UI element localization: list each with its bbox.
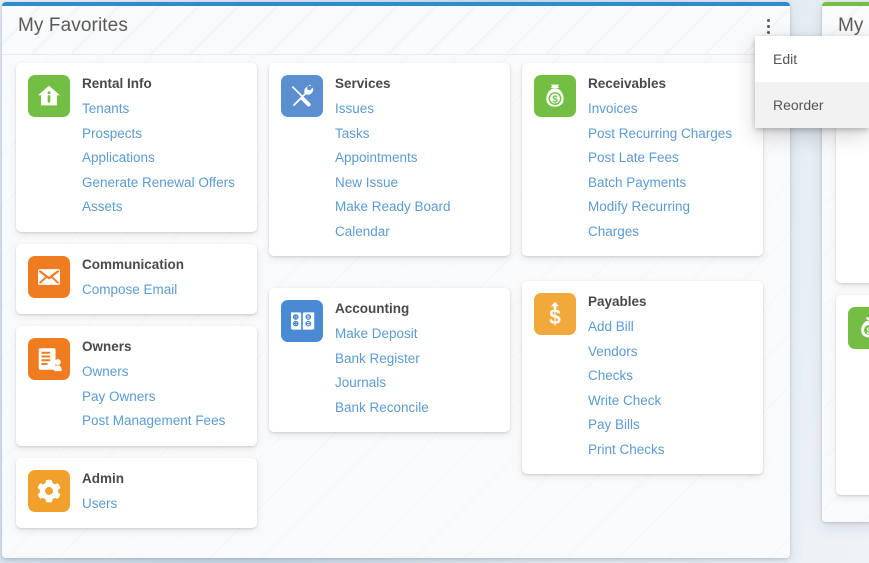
menu-item-edit[interactable]: Edit <box>755 36 869 82</box>
house-info-icon <box>28 75 70 117</box>
menu-item-reorder[interactable]: Reorder <box>755 82 869 128</box>
card-link-list: Invoices Post Recurring Charges Post Lat… <box>588 97 751 244</box>
card-link-list: Add Bill Vendors Checks Write Check Pay … <box>588 315 751 462</box>
favorite-card-payables: $ Payables Add Bill Vendors Checks Write… <box>522 281 763 474</box>
svg-text:$: $ <box>552 95 558 106</box>
card-link[interactable]: Pay Bills <box>588 413 751 438</box>
card-link[interactable]: New Issue <box>335 171 498 196</box>
card-link[interactable]: Tenants <box>82 97 245 122</box>
card-column-3: $ Receivables Invoices Post Recurring Ch… <box>522 63 763 528</box>
kebab-dot <box>766 25 770 28</box>
card-link[interactable]: Bank Reconcile <box>335 396 498 421</box>
card-link[interactable]: Prospects <box>82 122 245 147</box>
card-content: Services Issues Tasks Appointments New I… <box>335 75 498 244</box>
card-title: Admin <box>82 470 124 486</box>
card-content: Owners Owners Pay Owners Post Management… <box>82 338 245 434</box>
card-link[interactable]: Post Late Fees <box>588 146 751 171</box>
card-link[interactable]: Pay Owners <box>82 385 245 410</box>
card-link-list: Compose Email <box>82 278 245 303</box>
card-content: Accounting Make Deposit Bank Register Jo… <box>335 300 498 420</box>
card-link[interactable]: Post Management Fees <box>82 409 245 434</box>
owner-document-person-icon <box>28 338 70 380</box>
app-root: My Favorites <box>0 0 869 563</box>
card-content: Receivables Invoices Post Recurring Char… <box>588 75 751 244</box>
kebab-dot <box>766 31 770 34</box>
panel-header: My Favorites <box>2 6 790 55</box>
card-content: Communication Compose Email <box>82 256 245 303</box>
card-link[interactable]: Modify Recurring Charges <box>588 195 718 244</box>
card-link[interactable]: Assets <box>82 195 245 220</box>
card-link[interactable]: Invoices <box>588 97 751 122</box>
card-link[interactable]: Compose Email <box>82 278 245 303</box>
favorite-card-owners: Owners Owners Pay Owners Post Management… <box>16 326 257 446</box>
card-columns: Rental Info Tenants Prospects Applicatio… <box>2 55 790 528</box>
card-link[interactable]: Write Check <box>588 389 751 414</box>
gear-icon <box>28 469 70 512</box>
panel-body: Rental Info Tenants Prospects Applicatio… <box>2 55 790 558</box>
card-link-list: Make Deposit Bank Register Journals Bank… <box>335 322 498 420</box>
card-column-2: Services Issues Tasks Appointments New I… <box>269 63 510 528</box>
card-link[interactable]: Add Bill <box>588 315 751 340</box>
card-link[interactable]: Owners <box>82 360 245 385</box>
dollar-arrow-up-icon: $ <box>534 293 576 335</box>
card-link[interactable]: Journals <box>335 371 498 396</box>
card-link[interactable]: Batch Payments <box>588 171 751 196</box>
card-link[interactable]: Print Checks <box>588 438 751 463</box>
card-link[interactable]: Tasks <box>335 122 498 147</box>
card-link[interactable]: Issues <box>335 97 498 122</box>
card-link[interactable]: Calendar <box>335 220 498 245</box>
card-link-list: Tenants Prospects Applications Generate … <box>82 97 245 220</box>
favorite-card-services: Services Issues Tasks Appointments New I… <box>269 63 510 256</box>
card-title: Accounting <box>335 301 410 316</box>
favorite-card-communication: Communication Compose Email <box>16 243 257 314</box>
ledger-book-icon <box>281 300 323 342</box>
card-content: Payables Add Bill Vendors Checks Write C… <box>588 293 751 462</box>
card-content: Admin Users <box>82 470 245 517</box>
card-title: Owners <box>82 339 132 354</box>
card-link-list: Users <box>82 492 245 517</box>
favorites-panel-main: My Favorites Rental Info Tenants Prospec… <box>2 2 790 558</box>
card-title: Payables <box>588 294 647 309</box>
favorite-card: $ <box>836 295 869 495</box>
card-link[interactable]: Make Deposit <box>335 322 498 347</box>
money-bag-icon: $ <box>534 75 576 117</box>
card-link[interactable]: Checks <box>588 364 751 389</box>
favorite-card-receivables: $ Receivables Invoices Post Recurring Ch… <box>522 63 763 256</box>
card-link[interactable]: Make Ready Board <box>335 195 498 220</box>
card-link-list: Issues Tasks Appointments New Issue Make… <box>335 97 498 244</box>
card-link[interactable]: Users <box>82 492 245 517</box>
card-link-list: Owners Pay Owners Post Management Fees <box>82 360 245 434</box>
favorite-card-admin: Admin Users <box>16 457 257 528</box>
card-title: Services <box>335 76 391 91</box>
svg-text:$: $ <box>549 306 561 328</box>
kebab-dropdown-menu: Edit Reorder <box>755 36 869 128</box>
card-link[interactable]: Appointments <box>335 146 498 171</box>
money-bag-icon: $ <box>848 307 869 349</box>
card-link[interactable]: Applications <box>82 146 245 171</box>
card-link[interactable]: Vendors <box>588 340 751 365</box>
card-content: Rental Info Tenants Prospects Applicatio… <box>82 75 245 220</box>
card-title: Communication <box>82 256 185 272</box>
favorite-card-accounting: Accounting Make Deposit Bank Register Jo… <box>269 288 510 432</box>
favorite-card-rental-info: Rental Info Tenants Prospects Applicatio… <box>16 63 257 232</box>
envelope-icon <box>28 255 70 298</box>
wrench-screwdriver-icon <box>281 75 323 117</box>
card-title: Receivables <box>588 76 667 91</box>
page-title: My Favorites <box>18 15 128 36</box>
card-link[interactable]: Post Recurring Charges <box>588 122 751 147</box>
card-title: Rental Info <box>82 76 152 91</box>
card-link[interactable]: Generate Renewal Offers <box>82 171 245 196</box>
card-column-1: Rental Info Tenants Prospects Applicatio… <box>16 63 257 528</box>
card-link[interactable]: Bank Register <box>335 347 498 372</box>
page-title: My Favorites <box>838 15 869 36</box>
kebab-dot <box>766 19 770 22</box>
